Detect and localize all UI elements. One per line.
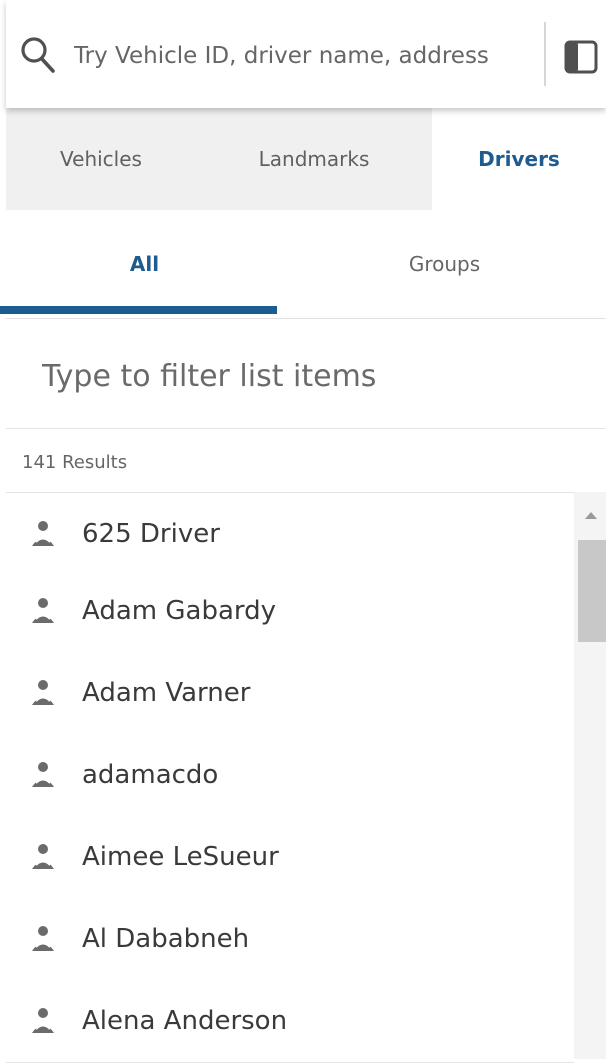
driver-name: adamacdo bbox=[82, 760, 219, 790]
scrollbar-thumb[interactable] bbox=[578, 540, 606, 642]
tab-groups[interactable]: Groups bbox=[283, 210, 606, 318]
tab-all[interactable]: All bbox=[6, 210, 283, 318]
driver-name: 625 Driver bbox=[82, 519, 220, 549]
list-item[interactable]: Adam Gabardy bbox=[6, 570, 574, 653]
search-divider bbox=[544, 22, 546, 86]
tab-all-label: All bbox=[129, 252, 160, 276]
driver-icon bbox=[32, 762, 54, 787]
list-item[interactable]: 625 Driver bbox=[6, 493, 574, 576]
global-search-bar bbox=[6, 0, 606, 108]
global-search-input[interactable] bbox=[74, 36, 540, 76]
driver-name: Aimee LeSueur bbox=[82, 842, 279, 872]
search-icon[interactable] bbox=[20, 36, 56, 74]
tab-vehicles[interactable]: Vehicles bbox=[6, 108, 196, 210]
driver-name: Adam Gabardy bbox=[82, 596, 276, 626]
driver-icon bbox=[32, 1008, 54, 1033]
driver-list: 625 Driver Adam Gabardy Adam Varner adam… bbox=[6, 492, 606, 1063]
list-item[interactable]: adamacdo bbox=[6, 734, 574, 817]
entity-type-tabs: Vehicles Landmarks Drivers bbox=[6, 108, 606, 210]
list-item[interactable]: Adam Varner bbox=[6, 652, 574, 735]
list-item[interactable]: Alena Anderson bbox=[6, 980, 574, 1063]
driver-name: Alena Anderson bbox=[82, 1006, 288, 1036]
tab-landmarks-label: Landmarks bbox=[258, 147, 370, 171]
results-count: 141 Results bbox=[22, 452, 128, 473]
tab-drivers[interactable]: Drivers bbox=[432, 108, 606, 210]
scroll-up-arrow-icon[interactable] bbox=[584, 510, 598, 520]
driver-sub-tabs: All Groups bbox=[6, 210, 606, 319]
driver-icon bbox=[32, 598, 54, 623]
panel-toggle-icon[interactable] bbox=[564, 40, 598, 74]
driver-icon bbox=[32, 844, 54, 869]
list-item[interactable]: Al Dababneh bbox=[6, 898, 574, 981]
tab-groups-label: Groups bbox=[408, 252, 481, 276]
tab-vehicles-label: Vehicles bbox=[60, 147, 142, 171]
driver-icon bbox=[32, 680, 54, 705]
list-filter bbox=[6, 320, 606, 429]
driver-icon bbox=[32, 926, 54, 951]
filter-input[interactable] bbox=[42, 354, 582, 398]
driver-icon bbox=[32, 521, 54, 546]
tab-drivers-label: Drivers bbox=[478, 147, 560, 171]
tab-landmarks[interactable]: Landmarks bbox=[196, 108, 432, 210]
active-tab-indicator bbox=[0, 306, 277, 314]
driver-name: Adam Varner bbox=[82, 678, 251, 708]
list-item[interactable]: Aimee LeSueur bbox=[6, 816, 574, 899]
driver-name: Al Dababneh bbox=[82, 924, 250, 954]
